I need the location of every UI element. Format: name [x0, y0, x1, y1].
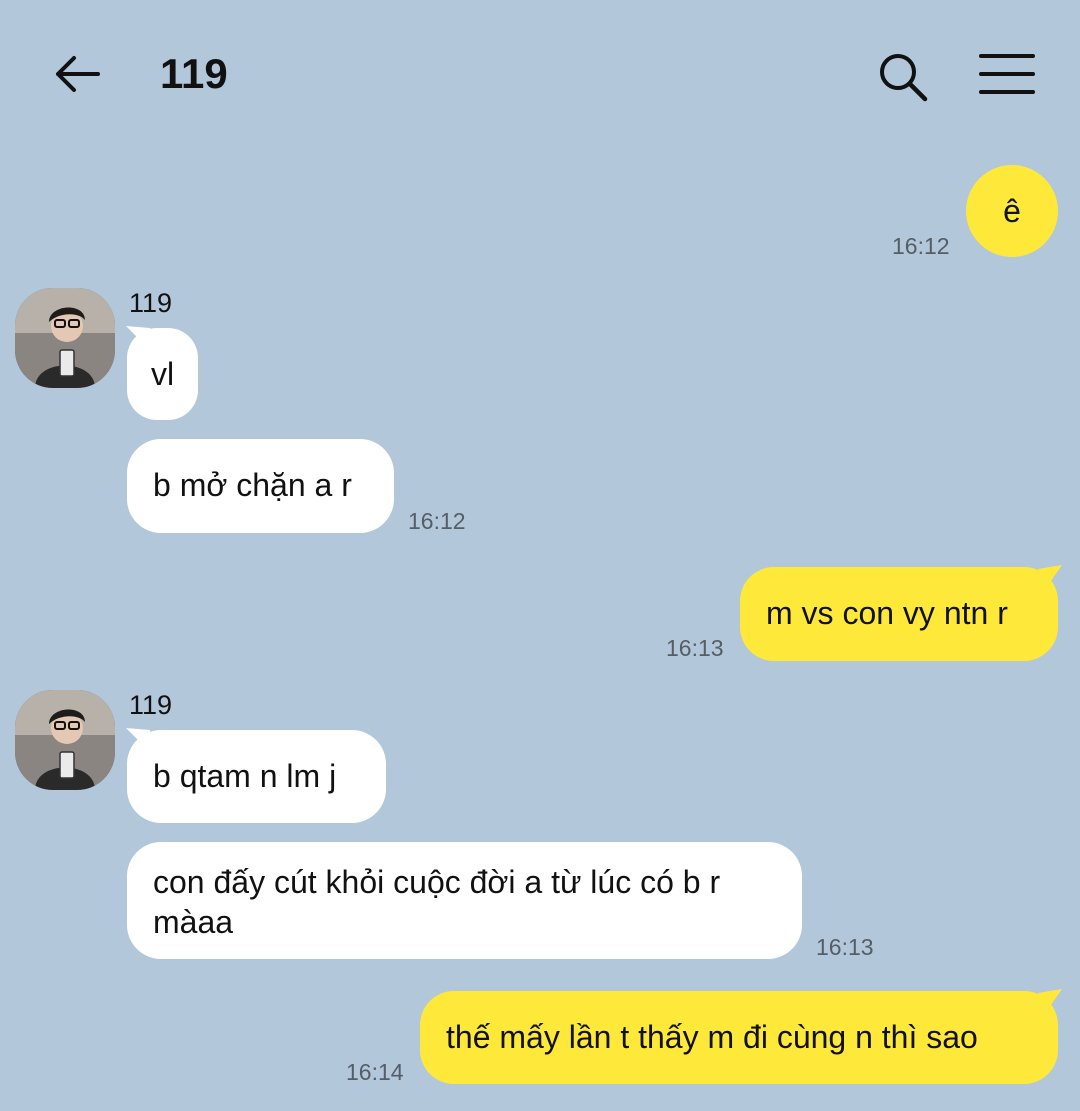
avatar[interactable]	[15, 288, 115, 388]
message-text: ê	[1003, 193, 1021, 229]
chat-title: 119	[160, 50, 228, 97]
message-text: m vs con vy ntn r	[766, 595, 1008, 631]
incoming-message-bubble[interactable]: con đấy cút khỏi cuộc đời a từ lúc có b …	[127, 842, 802, 959]
arrow-left-icon	[56, 56, 100, 92]
hamburger-menu-icon	[979, 54, 1035, 94]
profile-photo	[15, 690, 115, 790]
message-text: thế mấy lần t thấy m đi cùng n thì sao	[446, 1019, 978, 1055]
message-time: 16:13	[816, 934, 874, 960]
message-time: 16:14	[346, 1059, 404, 1085]
message-time: 16:12	[892, 233, 950, 259]
incoming-message-bubble[interactable]: b qtam n lm j	[127, 730, 386, 823]
bubble-tail	[1038, 565, 1062, 591]
message-text: b qtam n lm j	[153, 758, 337, 794]
search-icon	[880, 54, 928, 102]
outgoing-message-bubble[interactable]: thế mấy lần t thấy m đi cùng n thì sao	[420, 991, 1058, 1084]
search-button[interactable]	[876, 50, 930, 104]
sender-name: 119	[129, 690, 173, 720]
message-text: con đấy cút khỏi cuộc đời a từ lúc có b …	[153, 864, 721, 940]
profile-photo	[15, 288, 115, 388]
menu-button[interactable]	[978, 52, 1036, 96]
back-button[interactable]	[48, 50, 104, 98]
outgoing-message-bubble[interactable]: m vs con vy ntn r	[740, 567, 1058, 661]
outgoing-message-bubble[interactable]: ê	[966, 165, 1058, 257]
message-text: vl	[151, 356, 175, 392]
incoming-message-bubble[interactable]: b mở chặn a r	[127, 439, 394, 533]
sender-name: 119	[129, 288, 173, 318]
message-time: 16:13	[666, 635, 724, 661]
message-text: b mở chặn a r	[153, 467, 352, 503]
avatar[interactable]	[15, 690, 115, 790]
message-time: 16:12	[408, 508, 466, 534]
bubble-tail	[1038, 989, 1062, 1015]
incoming-message-bubble[interactable]: vl	[127, 328, 199, 420]
